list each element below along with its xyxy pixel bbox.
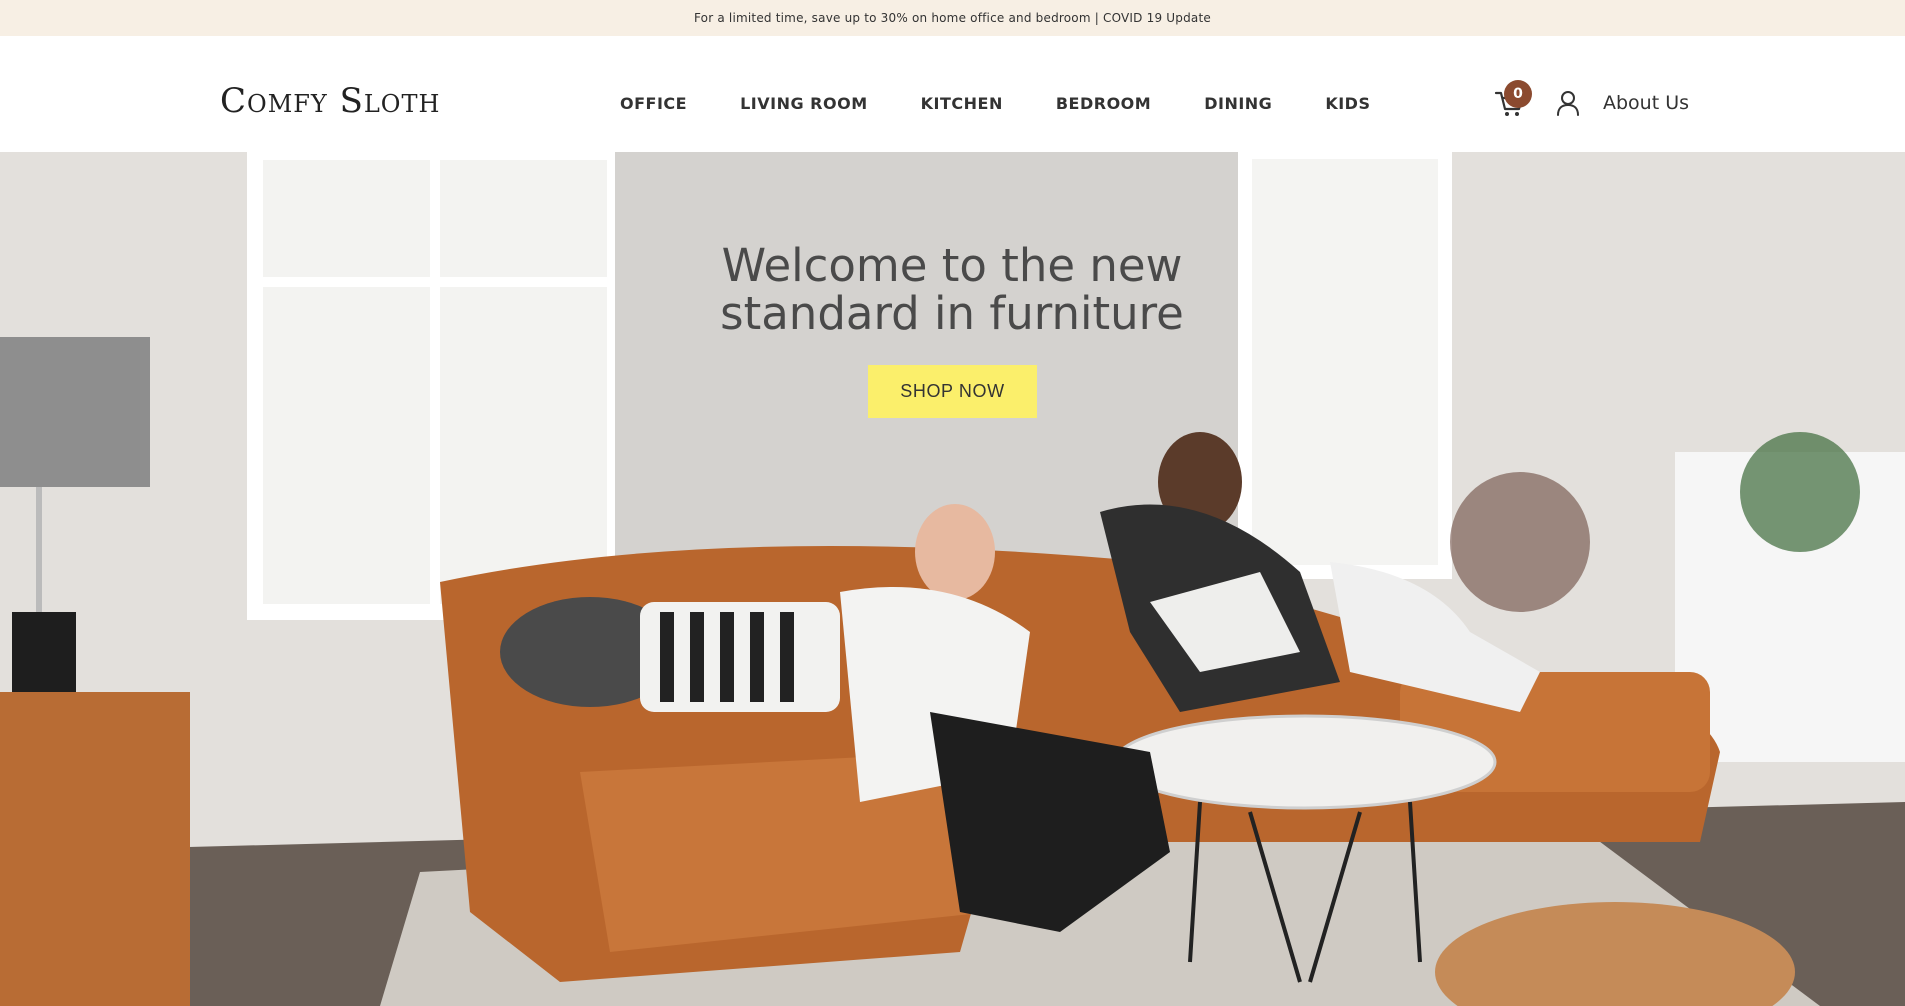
- about-us-link[interactable]: About Us: [1603, 92, 1689, 114]
- announcement-text: For a limited time, save up to 30% on ho…: [694, 11, 1211, 25]
- hero-title: Welcome to the new standard in furniture: [652, 242, 1252, 338]
- nav-item-kids[interactable]: KIDS: [1325, 94, 1370, 113]
- nav-item-dining[interactable]: DINING: [1204, 94, 1272, 113]
- cart-count-badge: 0: [1504, 80, 1532, 108]
- main-nav: OFFICE LIVING ROOM KITCHEN BEDROOM DININ…: [620, 94, 1370, 113]
- nav-item-bedroom[interactable]: BEDROOM: [1056, 94, 1151, 113]
- nav-item-kitchen[interactable]: KITCHEN: [921, 94, 1003, 113]
- hero-section: Welcome to the new standard in furniture…: [0, 152, 1905, 1006]
- hero-title-line-1: Welcome to the new: [721, 239, 1183, 292]
- hero-title-line-2: standard in furniture: [720, 287, 1184, 340]
- nav-item-living-room[interactable]: LIVING ROOM: [740, 94, 868, 113]
- user-icon[interactable]: [1556, 90, 1580, 116]
- nav-item-office[interactable]: OFFICE: [620, 94, 687, 113]
- announcement-bar: For a limited time, save up to 30% on ho…: [0, 0, 1905, 36]
- logo[interactable]: Comfy Sloth: [220, 84, 440, 118]
- shop-now-button[interactable]: SHOP NOW: [868, 365, 1037, 418]
- site-header: Comfy Sloth OFFICE LIVING ROOM KITCHEN B…: [0, 36, 1905, 152]
